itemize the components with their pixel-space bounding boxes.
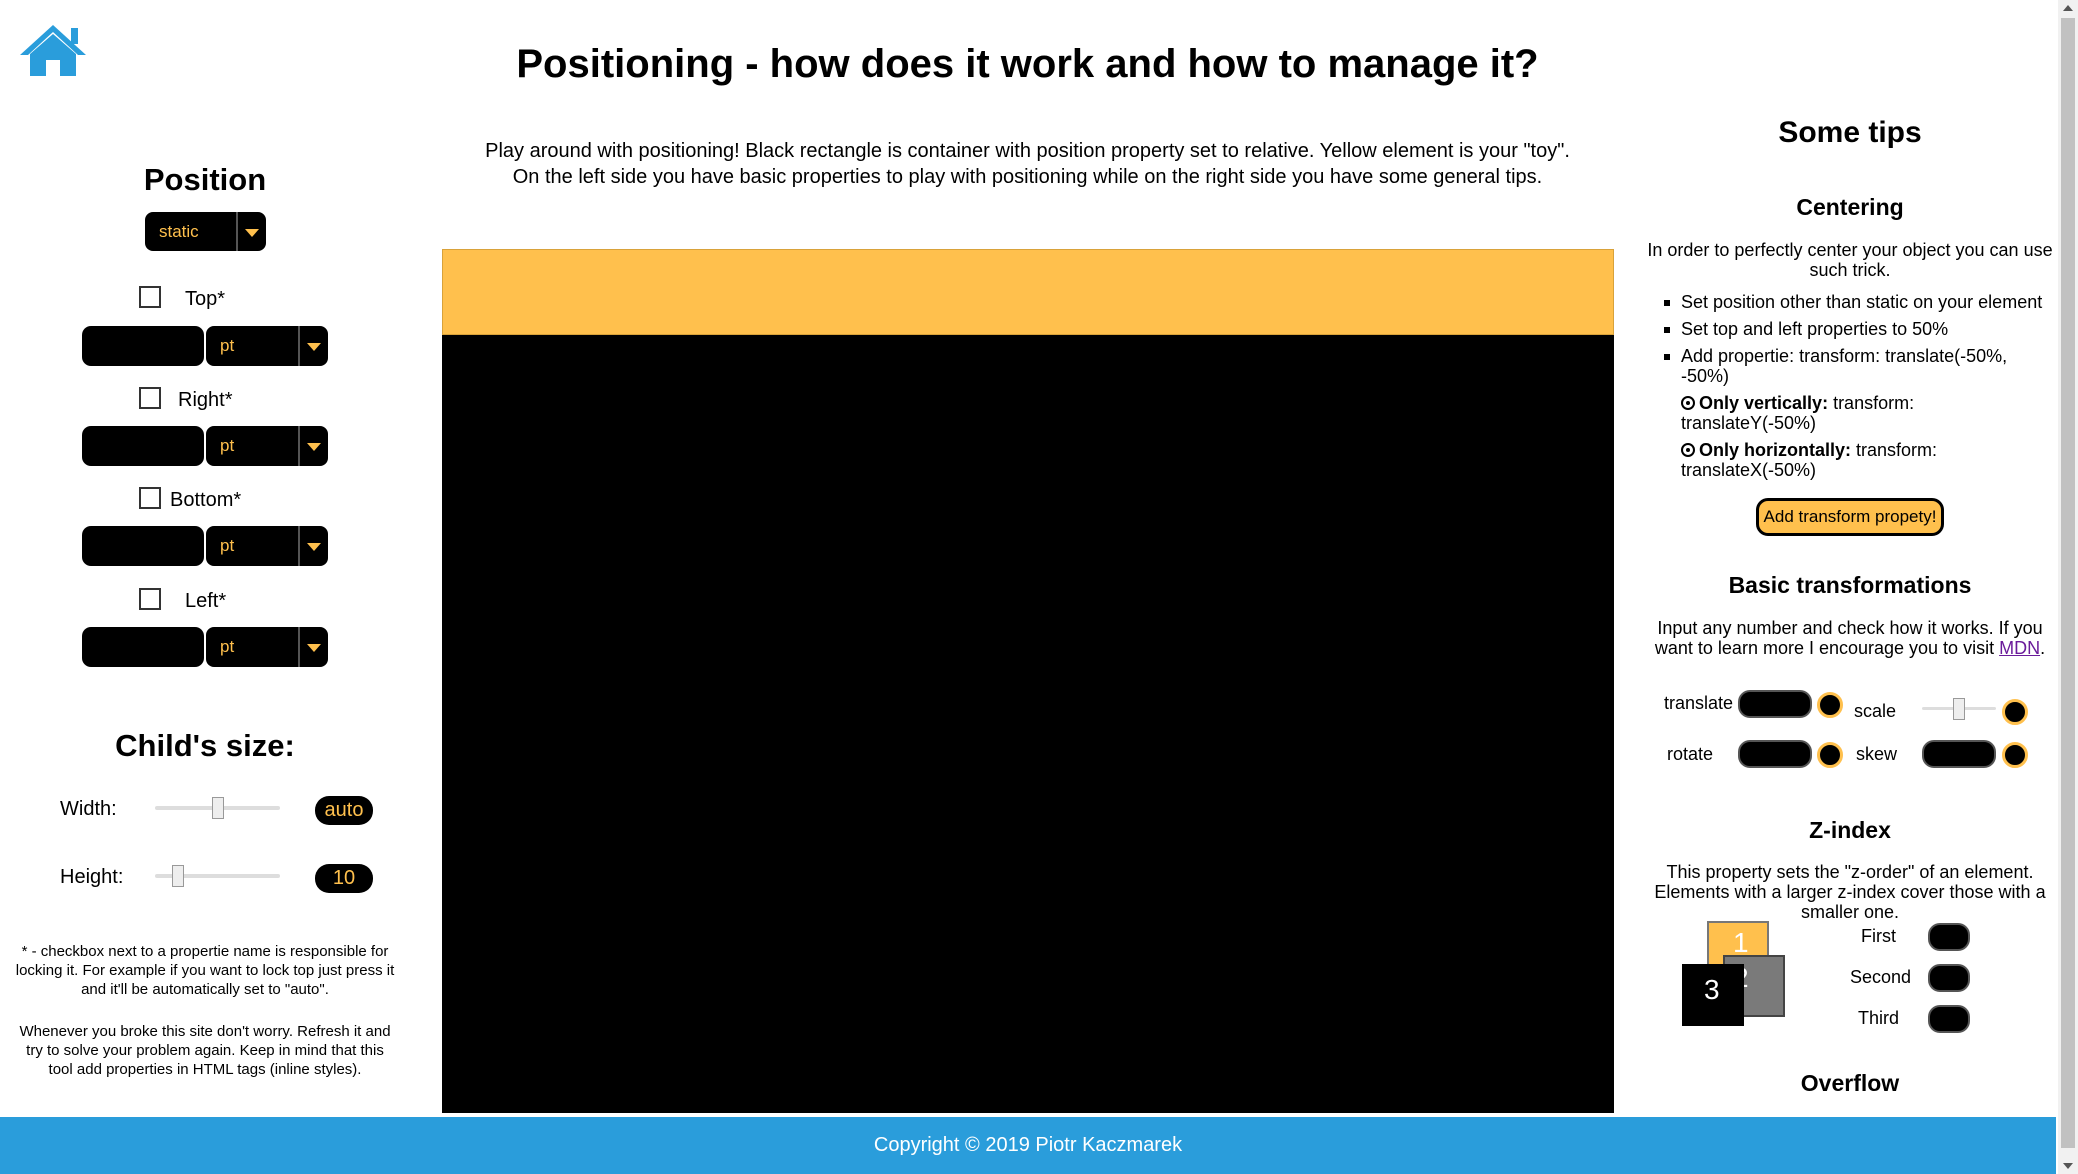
- height-slider[interactable]: [155, 865, 280, 887]
- chevron-down-icon: [298, 326, 328, 366]
- childs-size-title: Child's size:: [115, 728, 295, 763]
- bottom-value-input[interactable]: [82, 526, 204, 566]
- chevron-down-icon: [298, 627, 328, 667]
- basic-intro-end: .: [2040, 638, 2046, 658]
- bottom-unit-select[interactable]: pt: [206, 526, 328, 566]
- bottom-lock-checkbox[interactable]: [139, 487, 161, 509]
- radio-icon[interactable]: [1681, 443, 1695, 457]
- second-label: Second: [1850, 967, 1912, 987]
- skew-input[interactable]: [1922, 740, 1996, 768]
- top-unit-value: pt: [220, 336, 235, 355]
- container-stage: [442, 249, 1614, 1113]
- third-zindex-input[interactable]: [1928, 1005, 1970, 1033]
- scale-label: scale: [1854, 701, 1897, 721]
- position-select-value: static: [159, 221, 199, 241]
- height-slider-thumb[interactable]: [171, 865, 184, 887]
- scroll-up-arrow-icon[interactable]: [2063, 5, 2073, 11]
- position-select[interactable]: static: [145, 212, 266, 251]
- first-zindex-input[interactable]: [1928, 923, 1970, 951]
- right-value-input[interactable]: [82, 426, 204, 466]
- intro-line-2: On the left side you have basic properti…: [512, 166, 1543, 188]
- mdn-link[interactable]: MDN: [1999, 638, 2040, 658]
- home-icon[interactable]: [18, 22, 88, 78]
- overflow-title: Overflow: [1800, 1070, 1900, 1096]
- right-lock-checkbox[interactable]: [139, 387, 161, 409]
- bottom-label: Bottom*: [170, 489, 242, 511]
- tips-title: Some tips: [1778, 116, 1922, 149]
- rotate-label: rotate: [1667, 744, 1714, 764]
- translate-label: translate: [1664, 693, 1734, 713]
- vertical-scrollbar[interactable]: [2058, 0, 2078, 1174]
- only-horizontally-option[interactable]: Only horizontally: transform: translateX…: [1660, 440, 2050, 480]
- width-slider[interactable]: [155, 797, 280, 819]
- only-vertically-option[interactable]: Only vertically: transform: translateY(-…: [1660, 393, 2050, 433]
- list-item: Add propertie: transform: translate(-50%…: [1660, 346, 2050, 386]
- scale-slider[interactable]: [1922, 698, 1996, 720]
- left-unit-select[interactable]: pt: [206, 627, 328, 667]
- zindex-title: Z-index: [1809, 817, 1891, 843]
- translate-input[interactable]: [1738, 690, 1812, 718]
- rotate-apply-button[interactable]: [1817, 742, 1843, 768]
- zindex-intro: This property sets the "z-order" of an e…: [1654, 862, 2046, 922]
- rotate-input[interactable]: [1738, 740, 1812, 768]
- scrollbar-thumb[interactable]: [2061, 18, 2075, 1148]
- right-unit-select[interactable]: pt: [206, 426, 328, 466]
- left-label: Left*: [185, 590, 227, 612]
- chevron-down-icon: [298, 426, 328, 466]
- second-zindex-input[interactable]: [1928, 964, 1970, 992]
- top-value-input[interactable]: [82, 326, 204, 366]
- scale-apply-button[interactable]: [2002, 699, 2028, 725]
- first-label: First: [1861, 926, 1896, 946]
- only-vertically-bold: Only vertically:: [1699, 393, 1829, 413]
- chevron-down-icon: [298, 526, 328, 566]
- copyright-text: Copyright © 2019 Piotr Kaczmarek: [873, 1134, 1183, 1156]
- width-value: auto: [315, 796, 373, 825]
- intro-line-1: Play around with positioning! Black rect…: [485, 140, 1570, 162]
- position-title: Position: [143, 162, 267, 197]
- top-label: Top*: [185, 288, 226, 310]
- chevron-down-icon: [236, 212, 266, 251]
- basic-intro: Input any number and check how it works.…: [1645, 618, 2055, 658]
- basic-intro-text: Input any number and check how it works.…: [1654, 618, 2043, 658]
- left-unit-value: pt: [220, 637, 235, 656]
- left-value-input[interactable]: [82, 627, 204, 667]
- right-unit-value: pt: [220, 436, 235, 455]
- scroll-down-arrow-icon[interactable]: [2063, 1163, 2073, 1169]
- height-label: Height:: [60, 866, 124, 888]
- list-item: Set top and left properties to 50%: [1660, 319, 2050, 339]
- basic-transformations-title: Basic transformations: [1728, 572, 1972, 598]
- top-unit-select[interactable]: pt: [206, 326, 328, 366]
- third-label: Third: [1858, 1008, 1900, 1028]
- toy-element[interactable]: [442, 249, 1614, 335]
- translate-apply-button[interactable]: [1817, 692, 1843, 718]
- zindex-box-3: 3: [1682, 964, 1744, 1026]
- skew-apply-button[interactable]: [2002, 742, 2028, 768]
- right-label: Right*: [178, 389, 233, 411]
- zindex-box-3-label: 3: [1704, 974, 1720, 1005]
- skew-label: skew: [1856, 744, 1898, 764]
- left-lock-checkbox[interactable]: [139, 588, 161, 610]
- centering-list: Set position other than static on your e…: [1660, 292, 2050, 480]
- centering-title: Centering: [1796, 194, 1904, 220]
- footer: Copyright © 2019 Piotr Kaczmarek: [0, 1117, 2056, 1174]
- width-slider-thumb[interactable]: [211, 797, 224, 819]
- scale-slider-thumb[interactable]: [1953, 698, 1965, 720]
- only-horizontally-bold: Only horizontally:: [1699, 440, 1852, 460]
- bottom-unit-value: pt: [220, 536, 235, 555]
- centering-intro: In order to perfectly center your object…: [1647, 240, 2053, 280]
- add-transform-button[interactable]: Add transform propety!: [1756, 498, 1944, 536]
- lock-note: * - checkbox next to a propertie name is…: [15, 943, 395, 998]
- list-item: Set position other than static on your e…: [1660, 292, 2050, 312]
- page-title: Positioning - how does it work and how t…: [516, 42, 1539, 86]
- radio-icon[interactable]: [1681, 396, 1695, 410]
- top-lock-checkbox[interactable]: [139, 286, 161, 308]
- height-value: 10: [315, 864, 373, 893]
- width-label: Width:: [60, 798, 117, 820]
- intro-text: Play around with positioning! Black rect…: [440, 138, 1615, 190]
- refresh-note: Whenever you broke this site don't worry…: [19, 1023, 391, 1078]
